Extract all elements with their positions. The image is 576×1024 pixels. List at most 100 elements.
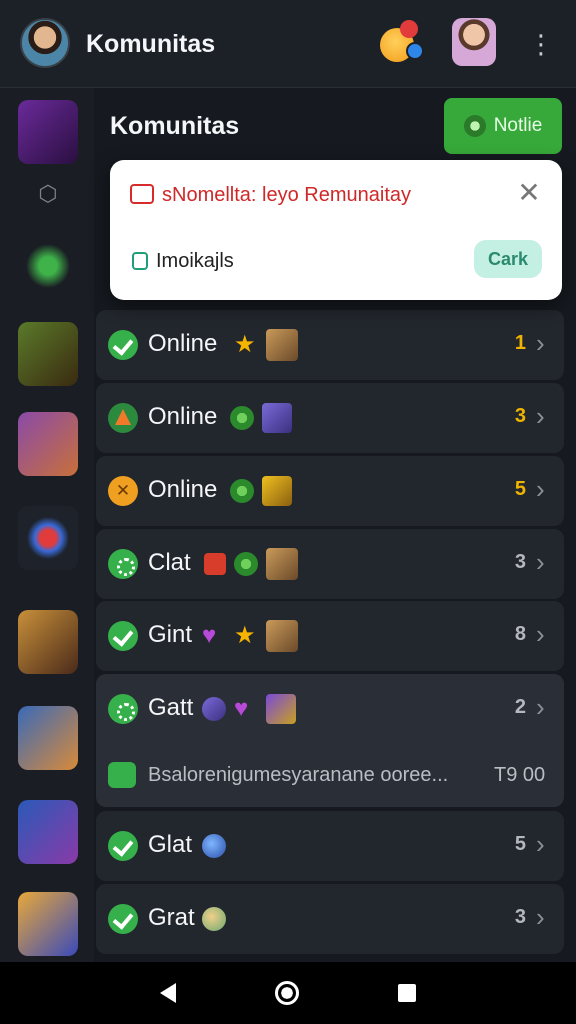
- dotted-circle-icon: [108, 694, 138, 724]
- notification-popup: sNomelltа: leyo Remunaitay ✕ Imoikajls C…: [110, 160, 562, 300]
- row-label: Gint: [148, 621, 193, 648]
- red-x-icon: [204, 553, 226, 575]
- row-count: 3: [514, 405, 526, 427]
- back-icon[interactable]: [159, 983, 176, 1003]
- row-count: 3: [514, 906, 526, 928]
- row-label: Online: [148, 403, 218, 430]
- chevron-right-icon: ›: [536, 547, 545, 577]
- row-count: 1: [514, 332, 526, 354]
- check-icon: [108, 621, 138, 651]
- row-label: Gatt: [148, 694, 194, 721]
- globe-icon: [202, 834, 226, 858]
- chevron-right-icon: ›: [536, 829, 545, 859]
- message-icon: [108, 762, 136, 788]
- gem-icon: [202, 697, 226, 721]
- row-label: Clat: [148, 549, 191, 576]
- sidebar-community-1[interactable]: [18, 100, 78, 164]
- notifications-mascot-icon[interactable]: [376, 20, 424, 68]
- chevron-right-icon: ›: [536, 619, 545, 649]
- star-icon: ★: [234, 622, 256, 649]
- clover-icon: [230, 479, 254, 503]
- heart-icon: ♥: [234, 695, 249, 722]
- app-title: Komunitas: [86, 30, 216, 58]
- list-item[interactable]: Glat 5 ›: [96, 811, 564, 881]
- list-item[interactable]: Online 5 ›: [96, 456, 564, 526]
- more-options-icon[interactable]: ⋮: [528, 28, 554, 60]
- chevron-right-icon: ›: [536, 692, 545, 722]
- row-badges: ★: [234, 328, 298, 362]
- row-badges: ♥ ★: [202, 619, 298, 653]
- list-item[interactable]: Online 3 ›: [96, 383, 564, 453]
- row-label: Grat: [148, 904, 195, 931]
- row-badges: [202, 829, 226, 863]
- top-app-bar: Komunitas ⋮: [0, 0, 576, 88]
- star-icon: ★: [234, 331, 256, 358]
- row-count: 5: [514, 833, 526, 855]
- sidebar-community-2[interactable]: [18, 234, 78, 298]
- check-icon: [108, 831, 138, 861]
- close-icon[interactable]: ✕: [514, 178, 544, 208]
- notice-button[interactable]: Notlie: [444, 98, 562, 154]
- list-item[interactable]: Clat 3 ›: [96, 529, 564, 599]
- chevron-right-icon: ›: [536, 902, 545, 932]
- row-label: Glat: [148, 831, 193, 858]
- list-item[interactable]: Online ★ 1 ›: [96, 310, 564, 380]
- portrait-badge: [266, 329, 298, 361]
- clover-icon: [234, 552, 258, 576]
- face-icon: [202, 907, 226, 931]
- check-icon: [108, 904, 138, 934]
- heart-icon: ♥: [202, 622, 217, 649]
- chevron-right-icon: ›: [536, 328, 545, 358]
- row-label: Online: [148, 476, 218, 503]
- chevron-right-icon: ›: [536, 401, 545, 431]
- portrait-badge: [266, 620, 298, 652]
- recent-apps-icon[interactable]: [398, 984, 417, 1002]
- popup-subtitle: Imoikajls: [156, 250, 234, 272]
- row-label: Online: [148, 330, 218, 357]
- home-icon[interactable]: [274, 981, 299, 1005]
- popup-title: sNomelltа: leyo Remunaitay: [162, 184, 411, 206]
- main-content: Komunitas Notlie Online ★ 1 › Online 3 ›…: [94, 88, 576, 962]
- list-item[interactable]: Grat 3 ›: [96, 884, 564, 954]
- crossed-circle-icon: [108, 476, 138, 506]
- list-item-expanded[interactable]: Gatt ♥ 2 › Bsalorenigumesyaranane ooree.…: [96, 674, 564, 807]
- sidebar-community-6[interactable]: [18, 610, 78, 674]
- phone-icon: [132, 252, 148, 270]
- notice-button-label: Notlie: [493, 115, 543, 136]
- row-badges: [230, 401, 292, 435]
- hexagon-icon[interactable]: ⬡: [34, 180, 62, 208]
- clover-icon: [463, 115, 486, 137]
- row-time: T9 00: [494, 764, 546, 786]
- sidebar-community-8[interactable]: [18, 800, 78, 864]
- row-count: 5: [514, 478, 526, 500]
- briefcase-icon: [130, 184, 154, 204]
- list-item[interactable]: Gint ♥ ★ 8 ›: [96, 601, 564, 671]
- gold-badge: [262, 476, 292, 506]
- row-badges: [202, 902, 226, 936]
- warning-icon: [108, 403, 138, 433]
- sidebar-community-3[interactable]: [18, 322, 78, 386]
- purple-badge: [266, 694, 296, 724]
- sidebar-community-9[interactable]: [18, 892, 78, 956]
- section-title: Komunitas: [110, 112, 240, 140]
- profile-picture[interactable]: [452, 18, 496, 66]
- row-count: 3: [514, 551, 526, 573]
- row-badges: [230, 474, 292, 508]
- row-count: 2: [514, 696, 526, 718]
- check-icon: [108, 330, 138, 360]
- row-count: 8: [514, 623, 526, 645]
- row-badges: ♥: [202, 692, 296, 726]
- chevron-right-icon: ›: [536, 474, 545, 504]
- row-preview: Bsalorenigumesyaranane ooree...: [148, 764, 449, 786]
- user-avatar[interactable]: [20, 18, 70, 68]
- sidebar-community-4[interactable]: [18, 412, 78, 476]
- community-sidebar: ⬡: [0, 88, 94, 962]
- row-badges: [204, 547, 298, 581]
- sidebar-community-7[interactable]: [18, 706, 78, 770]
- popup-action-button[interactable]: Cark: [474, 240, 542, 278]
- sidebar-community-5[interactable]: [18, 506, 78, 570]
- clover-icon: [230, 406, 254, 430]
- system-navigation-bar: [0, 962, 576, 1024]
- portrait-badge: [266, 548, 298, 580]
- dotted-circle-icon: [108, 549, 138, 579]
